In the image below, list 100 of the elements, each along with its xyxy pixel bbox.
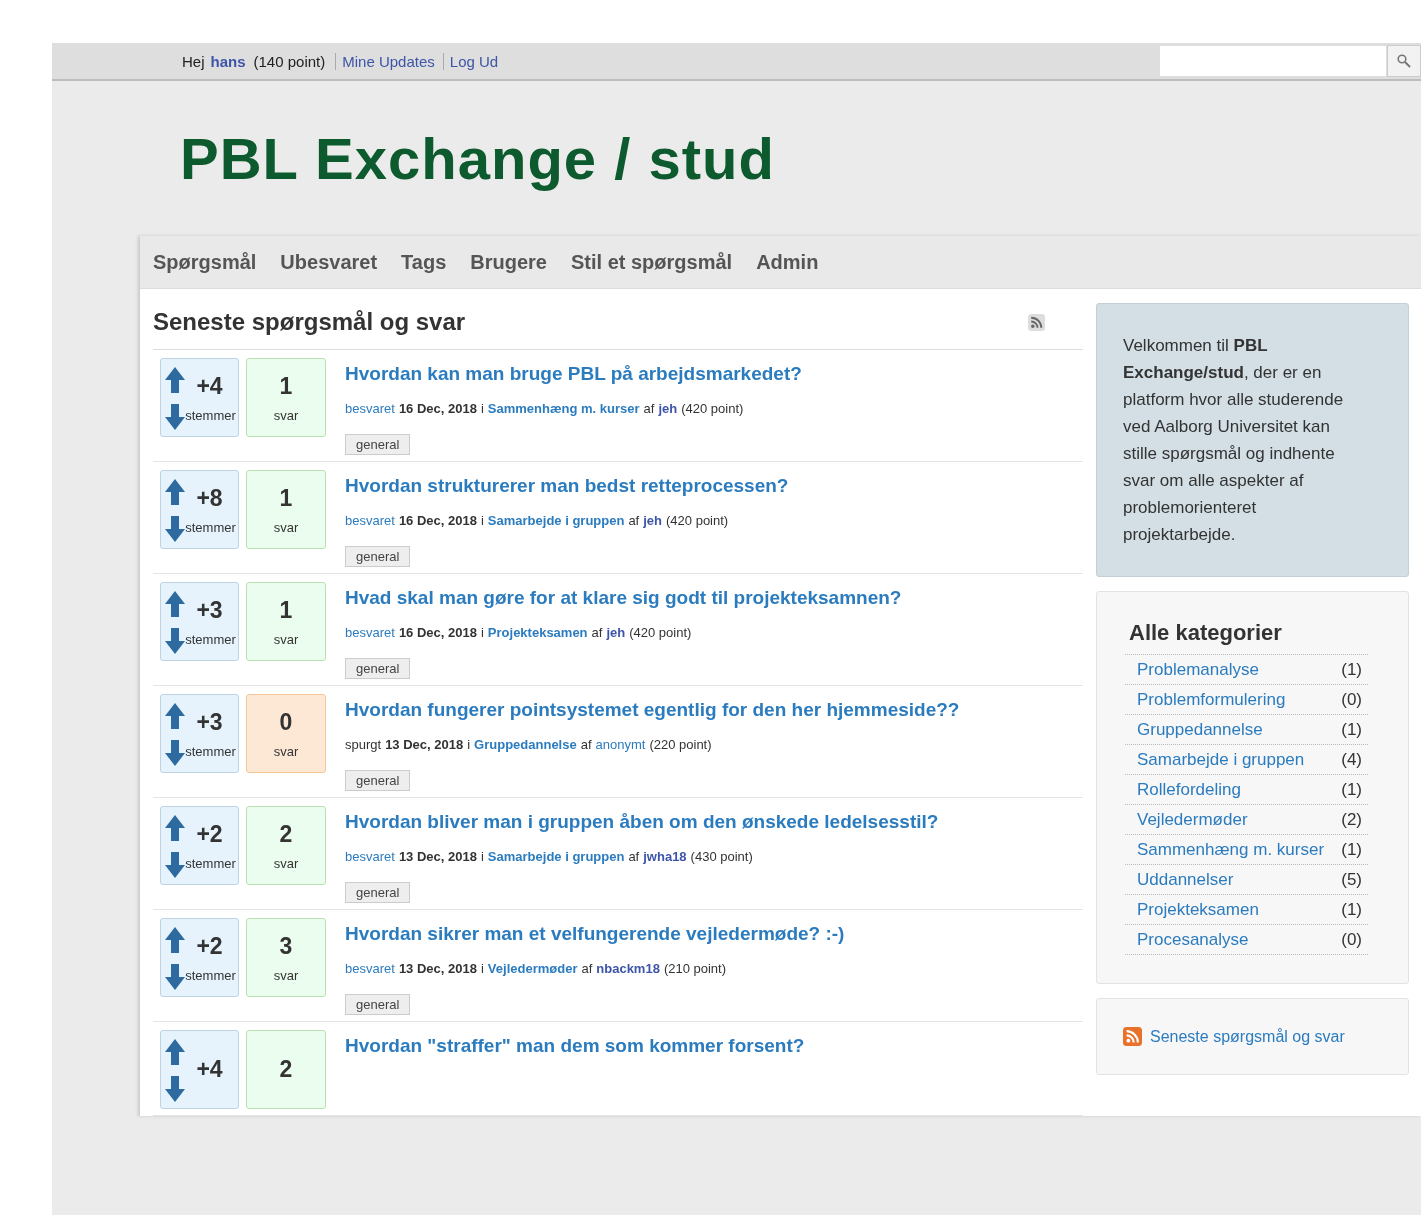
vote-count: +4 [196, 372, 223, 400]
meta-text: i [480, 625, 484, 640]
meta-text: af [628, 849, 640, 864]
tag[interactable]: general [345, 434, 411, 455]
category-count: (1) [1341, 780, 1362, 800]
question-title-link[interactable]: Hvordan "straffer" man dem som kommer forsent? [345, 1030, 1063, 1061]
date-text: 16 Dec, 2018 [398, 513, 477, 528]
categories-title: Alle kategorier [1129, 620, 1283, 646]
up-arrow-icon[interactable] [165, 703, 185, 729]
category-link[interactable]: Problemformulering [1137, 690, 1286, 710]
greeting-text: Hej [182, 52, 205, 70]
down-arrow-icon[interactable] [165, 740, 185, 766]
tag[interactable]: general [345, 658, 411, 679]
down-arrow-icon[interactable] [165, 852, 185, 878]
user-link[interactable]: nbackm18 [596, 961, 660, 976]
nav-link[interactable]: Admin [756, 250, 819, 274]
user-link[interactable]: jeh [606, 625, 626, 640]
up-arrow-icon[interactable] [165, 927, 185, 953]
category-link[interactable]: Samarbejde i gruppen [1137, 750, 1305, 770]
category-link[interactable]: Sammenhæng m. kurser [487, 401, 640, 416]
user-link[interactable]: jwha18 [643, 849, 687, 864]
up-arrow-icon[interactable] [165, 479, 185, 505]
category-link[interactable]: Vejledermøder [487, 961, 578, 976]
down-arrow-icon[interactable] [165, 404, 185, 430]
points-text: (140 point) [253, 52, 326, 70]
votes-label: stemmer [185, 631, 236, 647]
status-link[interactable]: besvaret [345, 401, 395, 416]
category-count: (0) [1341, 690, 1362, 710]
category-count: (1) [1341, 660, 1362, 680]
vote-count: +3 [196, 708, 223, 736]
nav-link[interactable]: Spørgsmål [153, 250, 257, 274]
category-link[interactable]: Samarbejde i gruppen [487, 849, 625, 864]
down-arrow-icon[interactable] [165, 1076, 185, 1102]
answer-count: 1 [279, 372, 293, 400]
question-title-link[interactable]: Hvordan strukturerer man bedst retteprocessen? [345, 470, 995, 501]
answer-count: 2 [279, 820, 293, 848]
category-count: (5) [1341, 870, 1362, 890]
points-text: (220 point) [649, 737, 712, 752]
category-link[interactable]: Samarbejde i gruppen [487, 513, 625, 528]
user-link[interactable]: anonymt [595, 737, 646, 752]
status-link[interactable]: besvaret [345, 513, 395, 528]
rss-icon[interactable] [1123, 1027, 1142, 1046]
meta-text: i [467, 737, 471, 752]
nav-link[interactable]: Ubesvaret [280, 250, 378, 274]
question-title-link[interactable]: Hvordan bliver man i gruppen åben om den ønskede ledelsesstil? [345, 806, 995, 837]
top-link[interactable]: Log Ud [442, 52, 503, 70]
question-title-link[interactable]: Hvordan kan man bruge PBL på arbejdsmarkedet? [345, 358, 995, 389]
points-text: (420 point) [666, 513, 729, 528]
status-link[interactable]: besvaret [345, 961, 395, 976]
user-link[interactable]: hans [210, 52, 246, 70]
answer-count: 3 [279, 932, 293, 960]
up-arrow-icon[interactable] [165, 367, 185, 393]
feed-link[interactable]: Seneste spørgsmål og svar [1150, 1027, 1345, 1046]
nav-link[interactable]: Tags [401, 250, 447, 274]
category-link[interactable]: Sammenhæng m. kurser [1137, 840, 1325, 860]
category-link[interactable]: Vejledermøder [1137, 810, 1248, 830]
question-title-link[interactable]: Hvad skal man gøre for at klare sig godt til projekteksamnen? [345, 582, 995, 613]
votes-label: stemmer [185, 967, 236, 983]
user-link[interactable]: jeh [658, 401, 678, 416]
date-text: 16 Dec, 2018 [398, 625, 477, 640]
points-text: (420 point) [681, 401, 744, 416]
down-arrow-icon[interactable] [165, 964, 185, 990]
category-link[interactable]: Procesanalyse [1137, 930, 1249, 950]
tag[interactable]: general [345, 770, 411, 791]
search-field[interactable] [1159, 45, 1387, 77]
user-link[interactable]: jeh [643, 513, 663, 528]
category-link[interactable]: Gruppedannelse [474, 737, 577, 752]
category-link[interactable]: Gruppedannelse [1137, 720, 1263, 740]
vote-count: +8 [196, 484, 223, 512]
up-arrow-icon[interactable] [165, 815, 185, 841]
category-link[interactable]: Rollefordeling [1137, 780, 1241, 800]
meta-text: af [581, 961, 593, 976]
category-count: (1) [1341, 840, 1362, 860]
vote-count: +3 [196, 596, 223, 624]
nav-link[interactable]: Brugere [470, 250, 547, 274]
meta-text: i [480, 961, 484, 976]
tag[interactable]: general [345, 994, 411, 1015]
up-arrow-icon[interactable] [165, 591, 185, 617]
nav-link[interactable]: Stil et spørgsmål [571, 250, 733, 274]
up-arrow-icon[interactable] [165, 1039, 185, 1065]
category-link[interactable]: Projekteksamen [487, 625, 588, 640]
tag[interactable]: general [345, 546, 411, 567]
category-link[interactable]: Uddannelser [1137, 870, 1234, 890]
category-count: (4) [1341, 750, 1362, 770]
search-icon [1397, 54, 1411, 68]
top-link[interactable]: Mine Updates [335, 52, 439, 70]
answers-label: svar [273, 631, 299, 647]
tag[interactable]: general [345, 882, 411, 903]
question-title-link[interactable]: Hvordan fungerer pointsystemet egentlig for den her hjemmeside?? [345, 694, 995, 725]
category-link[interactable]: Projekteksamen [1137, 900, 1259, 920]
category-link[interactable]: Problemanalyse [1137, 660, 1259, 680]
search-button[interactable] [1387, 45, 1421, 77]
question-title-link[interactable]: Hvordan sikrer man et velfungerende vejledermøde? :-) [345, 918, 995, 949]
rss-icon[interactable] [1028, 313, 1045, 331]
site-logo[interactable]: PBL Exchange / stud [180, 125, 775, 192]
down-arrow-icon[interactable] [165, 516, 185, 542]
meta-text: af [628, 513, 640, 528]
status-link[interactable]: besvaret [345, 849, 395, 864]
status-link[interactable]: besvaret [345, 625, 395, 640]
down-arrow-icon[interactable] [165, 628, 185, 654]
